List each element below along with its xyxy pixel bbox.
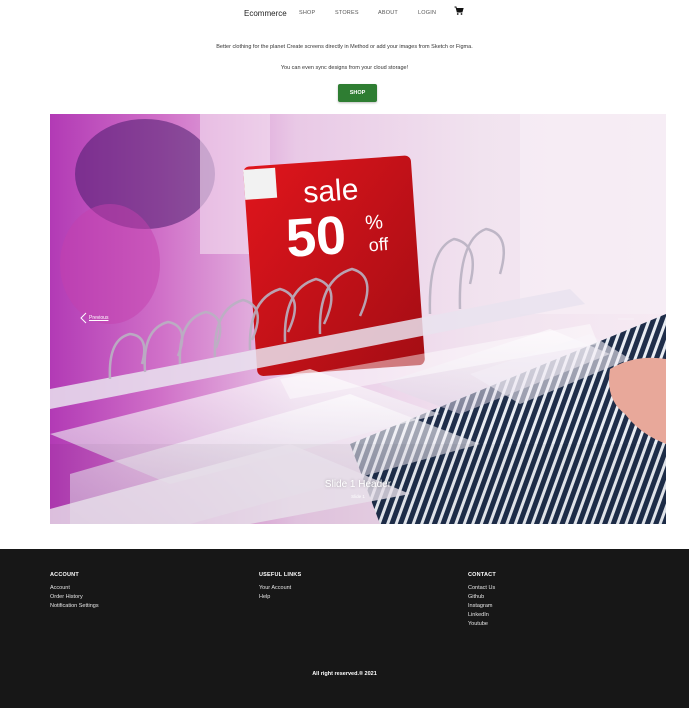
footer-heading-useful-links: USEFUL LINKS bbox=[259, 572, 302, 578]
footer-link-youtube[interactable]: Youtube bbox=[468, 620, 496, 629]
footer-heading-account: ACCOUNT bbox=[50, 572, 79, 578]
top-navbar: Ecommerce SHOP STORES ABOUT LOGIN bbox=[0, 0, 689, 28]
footer-link-your-account[interactable]: Your Account bbox=[259, 584, 301, 593]
slide-image: sale 50 % off bbox=[50, 114, 666, 524]
chevron-left-icon bbox=[80, 312, 87, 324]
footer-column-account: ACCOUNT Account Order History Notificati… bbox=[50, 572, 99, 611]
shop-button[interactable]: SHOP bbox=[338, 84, 377, 102]
nav-link-about[interactable]: ABOUT bbox=[378, 10, 398, 16]
footer-link-contact-us[interactable]: Contact Us bbox=[468, 584, 496, 593]
nav-link-stores[interactable]: STORES bbox=[335, 10, 359, 16]
sign-number-text: 50 bbox=[284, 205, 348, 269]
hero-subtagline: You can even sync designs from your clou… bbox=[280, 65, 409, 71]
previous-label: Previous bbox=[89, 315, 109, 321]
footer-column-useful-links: USEFUL LINKS Your Account Help bbox=[259, 572, 301, 602]
footer-link-instagram[interactable]: Instagram bbox=[468, 602, 496, 611]
nav-link-login[interactable]: LOGIN bbox=[418, 10, 436, 16]
slide-caption-subtitle: Slide 1 bbox=[351, 494, 365, 499]
footer-link-notification-settings[interactable]: Notification Settings bbox=[50, 602, 99, 611]
carousel-previous-control[interactable]: Previous bbox=[80, 312, 108, 324]
sign-sale-text: sale bbox=[302, 173, 359, 210]
footer-heading-contact: CONTACT bbox=[468, 572, 496, 578]
slide-caption-title: Slide 1 Header bbox=[324, 479, 392, 490]
site-footer: ACCOUNT Account Order History Notificati… bbox=[0, 549, 689, 708]
chevron-right-icon bbox=[618, 318, 634, 320]
shopping-cart-icon[interactable] bbox=[454, 6, 464, 16]
sign-percent-text: % bbox=[364, 211, 383, 234]
footer-link-github[interactable]: Github bbox=[468, 593, 496, 602]
hero-tagline: Better clothing for the planet Create sc… bbox=[216, 44, 473, 50]
sign-off-text: off bbox=[368, 234, 390, 255]
footer-link-help[interactable]: Help bbox=[259, 593, 301, 602]
footer-link-linkedin[interactable]: LinkedIn bbox=[468, 611, 496, 620]
nav-link-shop[interactable]: SHOP bbox=[299, 10, 315, 16]
image-carousel: sale 50 % off Previous Slide 1 Header Sl… bbox=[50, 114, 666, 524]
footer-column-contact: CONTACT Contact Us Github Instagram Link… bbox=[468, 572, 496, 629]
footer-link-account[interactable]: Account bbox=[50, 584, 99, 593]
copyright-text: All right reserved.® 2021 bbox=[312, 671, 377, 677]
carousel-next-control[interactable] bbox=[616, 312, 636, 326]
footer-link-order-history[interactable]: Order History bbox=[50, 593, 99, 602]
brand-link[interactable]: Ecommerce bbox=[244, 9, 287, 18]
